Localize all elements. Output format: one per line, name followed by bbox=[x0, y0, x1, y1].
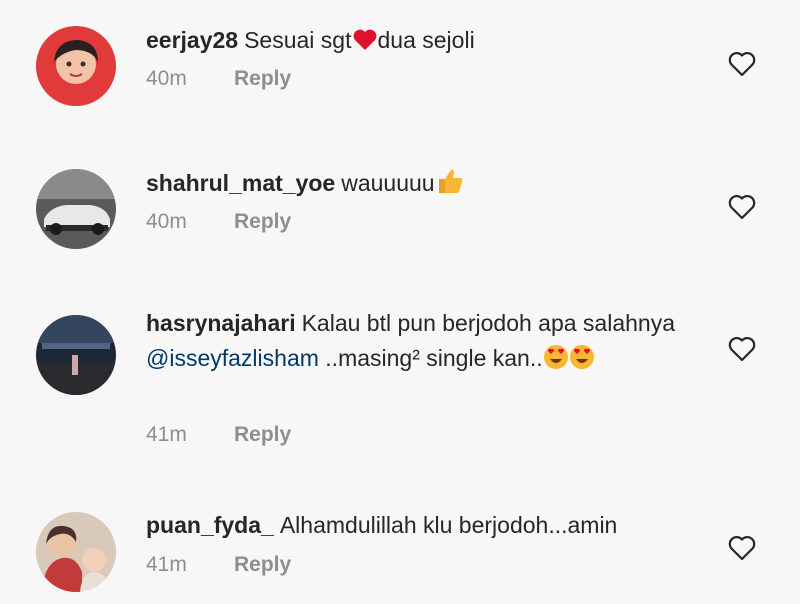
comment-username[interactable]: puan_fyda_ bbox=[146, 512, 274, 538]
comment-meta: 41m Reply bbox=[146, 423, 291, 447]
reply-button[interactable]: Reply bbox=[234, 553, 291, 576]
comment-text: hasrynajahari Kalau btl pun berjodoh apa … bbox=[146, 306, 686, 380]
like-button[interactable] bbox=[727, 193, 757, 221]
reply-button[interactable]: Reply bbox=[234, 67, 291, 90]
heart-eyes-emoji-icon bbox=[543, 344, 569, 380]
reply-button[interactable]: Reply bbox=[234, 423, 291, 446]
comment-time: 41m bbox=[146, 553, 187, 576]
heart-emoji-icon bbox=[352, 27, 378, 62]
mention-link[interactable]: @isseyfazlisham bbox=[146, 345, 319, 371]
comment-time: 40m bbox=[146, 210, 187, 233]
comment-time: 41m bbox=[146, 423, 187, 446]
heart-outline-icon bbox=[728, 536, 756, 561]
comment-meta: 41m Reply bbox=[146, 553, 291, 577]
like-button[interactable] bbox=[727, 50, 757, 78]
heart-eyes-emoji-icon bbox=[569, 344, 595, 380]
avatar[interactable] bbox=[36, 169, 116, 249]
avatar[interactable] bbox=[36, 512, 116, 592]
heart-outline-icon bbox=[728, 337, 756, 362]
comment-text: eerjay28 Sesuai sgt dua sejoli bbox=[146, 23, 686, 62]
comment-text: shahrul_mat_yoe wauuuuu bbox=[146, 166, 686, 205]
like-button[interactable] bbox=[727, 335, 757, 363]
comment-meta: 40m Reply bbox=[146, 67, 291, 91]
comment-username[interactable]: eerjay28 bbox=[146, 27, 238, 53]
comment-username[interactable]: shahrul_mat_yoe bbox=[146, 170, 335, 196]
comment-meta: 40m Reply bbox=[146, 210, 291, 234]
like-button[interactable] bbox=[727, 534, 757, 562]
avatar[interactable] bbox=[36, 26, 116, 106]
comment-text: puan_fyda_ Alhamdulillah klu berjodoh...a… bbox=[146, 512, 618, 538]
heart-outline-icon bbox=[728, 52, 756, 77]
thumbs-up-emoji-icon bbox=[435, 167, 465, 205]
comment-username[interactable]: hasrynajahari bbox=[146, 310, 296, 336]
comment-time: 40m bbox=[146, 67, 187, 90]
avatar[interactable] bbox=[36, 315, 116, 395]
heart-outline-icon bbox=[728, 195, 756, 220]
reply-button[interactable]: Reply bbox=[234, 210, 291, 233]
